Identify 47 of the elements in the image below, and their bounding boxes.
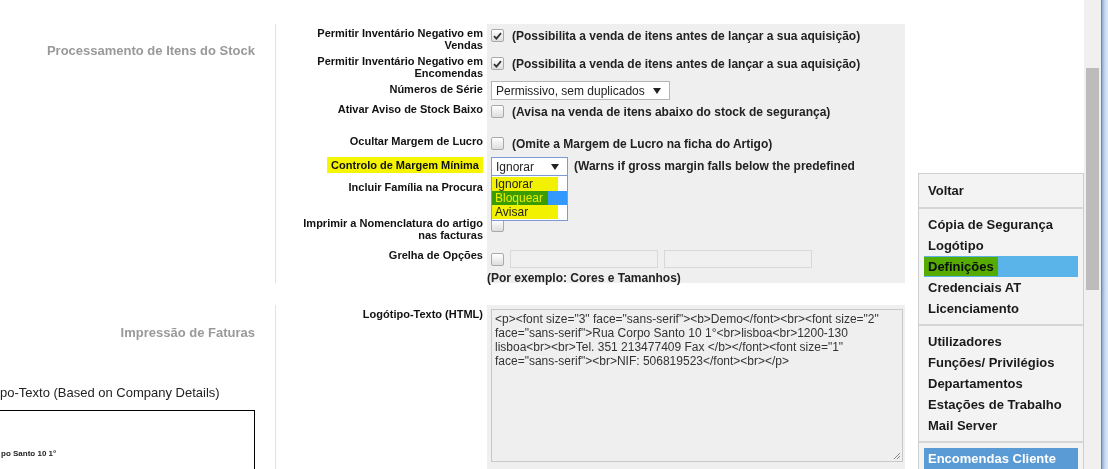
checkbox[interactable] [491, 29, 504, 42]
dropdown-caret-icon [551, 163, 559, 170]
sidebar-item[interactable]: Voltar [924, 180, 1078, 201]
preview-caption: po-Texto (Based on Company Details) [0, 383, 221, 402]
sidebar-item[interactable]: Utilizadores [924, 331, 1078, 352]
checkbox[interactable] [491, 57, 504, 70]
checkbox[interactable] [491, 105, 504, 118]
checkbox[interactable] [491, 137, 504, 150]
sidebar-item[interactable]: Definições [924, 256, 1078, 277]
field-label: Controlo de Margem Mínima [327, 157, 483, 173]
select-field[interactable]: Permissivo, sem duplicados [491, 81, 670, 100]
field-label: Imprimir a Nomenclatura do artigo nas facturas [302, 217, 483, 241]
sidebar-item[interactable]: Licenciamento [924, 298, 1078, 319]
scrollbar-thumb[interactable] [1086, 68, 1099, 290]
field-label: Ativar Aviso de Stock Baixo [337, 103, 483, 115]
hint-text: (Possibilita a venda de itens antes de lançar a sua aquisição) [512, 29, 861, 43]
sidebar-item[interactable]: Cópia de Segurança [924, 214, 1078, 235]
checkmark-icon [493, 59, 502, 68]
dropdown-caret-icon [652, 87, 661, 94]
hint-text: (Avisa na venda de itens abaixo do stock de segurança) [512, 105, 831, 119]
field-label: Números de Série [389, 83, 483, 95]
field-label: Grelha de Opções [388, 249, 483, 261]
sidebar-item[interactable]: Mail Server [924, 415, 1078, 436]
field-label: Logótipo-Texto (HTML) [362, 308, 483, 320]
hint-text: (Possibilita a venda de itens antes de lançar a sua aquisição) [512, 57, 861, 71]
field-label: Permitir Inventário Negativo em Encomendas [316, 55, 483, 79]
input-field[interactable] [510, 250, 658, 268]
preview-text: po Santo 10 1° [1, 449, 57, 458]
example-note: (Por exemplo: Cores e Tamanhos) [487, 271, 682, 285]
field-label: Incluir Família na Procura [348, 181, 483, 193]
sidebar-item[interactable]: Estações de Trabalho [924, 394, 1078, 415]
checkbox[interactable] [491, 252, 504, 266]
html-textarea[interactable] [491, 309, 903, 462]
textarea-text: <p><font size="3" face="sans-serif"><b>Demo</font><br><font size="2" face="sans-serif">Rua Corpo Santo 10 1°<br>lisboa<br>1200-130 lisboa<br><br>Tel. 351 213477409 Fax </b></font><font size="1" face="sans-serif"><br>NIF: 506819523</font><br></p> [495, 312, 880, 368]
field-label: Ocultar Margem de Lucro [349, 135, 483, 147]
hint-text: (Warns if gross margin falls below the predefined [574, 158, 855, 173]
resize-grip-icon[interactable] [893, 452, 901, 460]
section-title: Processamento de Itens do Stock [46, 42, 256, 60]
checkmark-icon [493, 31, 502, 40]
sidebar-item[interactable]: Logótipo [924, 235, 1078, 256]
sidebar-item[interactable]: Funções/ Privilégios [924, 352, 1078, 373]
hint-text: (Omite a Margem de Lucro na ficha do Artigo) [512, 137, 773, 151]
sidebar-item[interactable]: Departamentos [924, 373, 1078, 394]
field-label: Permitir Inventário Negativo em Vendas [316, 27, 483, 51]
input-field[interactable] [664, 250, 812, 268]
sidebar-item[interactable]: Credenciais AT [924, 277, 1078, 298]
section-title: Impressão de Faturas [120, 324, 256, 342]
